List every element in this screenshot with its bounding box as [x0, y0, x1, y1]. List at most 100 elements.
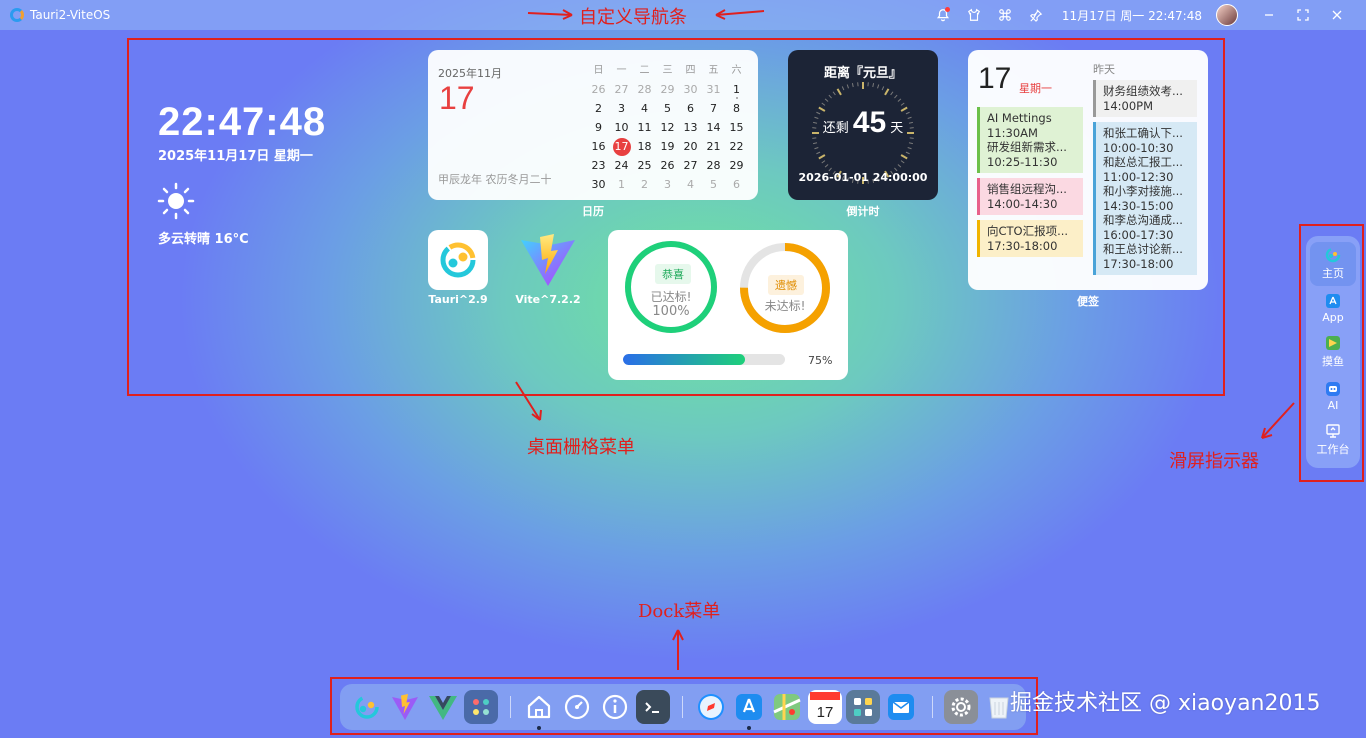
note-item[interactable]: AI Mettings 11:30AM 研发组新需求... 10:25-11:3… — [977, 107, 1083, 173]
calendar-day-cell[interactable]: 4 — [679, 175, 702, 194]
fullscreen-icon[interactable] — [1286, 0, 1320, 30]
calendar-day-cell[interactable]: 2 — [633, 175, 656, 194]
calendar-widget[interactable]: 2025年11月 17 甲辰龙年 农历冬月二十 日一二三四五六 26 27 28 29 3… — [428, 50, 758, 200]
calendar-day-cell[interactable]: 9 — [587, 118, 610, 137]
calendar-day-cell[interactable]: 17 — [610, 137, 633, 156]
calendar-day-cell[interactable]: 3 — [610, 99, 633, 118]
calendar-day-cell[interactable]: 25 — [633, 156, 656, 175]
bell-icon[interactable] — [928, 0, 959, 30]
side-nav-home-label: 主页 — [1322, 267, 1344, 280]
progress-widget[interactable]: 恭喜 已达标! 100% 遗憾 未达标! 75% — [608, 230, 848, 380]
calendar-day-cell[interactable]: 1 — [610, 175, 633, 194]
dock-item-settings[interactable] — [944, 690, 978, 724]
calendar-day-cell[interactable]: 5 — [702, 175, 725, 194]
notification-dot — [944, 7, 950, 12]
shirt-icon[interactable] — [959, 0, 990, 30]
ring-missed-badge: 遗憾 — [768, 275, 804, 295]
dock-item-safari[interactable] — [694, 690, 728, 724]
dock-item-launchpad[interactable] — [464, 690, 498, 724]
calendar-day-cell[interactable]: 31 — [702, 80, 725, 99]
countdown-widget[interactable]: 距离『元旦』 还剩 45 天 2026-01-01 24:00:00 — [788, 50, 938, 200]
tauri-app[interactable] — [428, 230, 488, 290]
calendar-day-cell[interactable]: 30 — [679, 80, 702, 99]
calendar-day-cell[interactable]: 19 — [656, 137, 679, 156]
calendar-day-cell[interactable]: 29 — [656, 80, 679, 99]
calendar-day-cell[interactable]: 7 — [702, 99, 725, 118]
sun-icon — [157, 182, 195, 220]
calendar-day-cell[interactable]: 30 — [587, 175, 610, 194]
dock-item-tauri[interactable] — [350, 690, 384, 724]
note-item[interactable]: 和张工确认下... 10:00-10:30 和赵总汇报工... 11:00-12… — [1093, 122, 1197, 275]
vite-app[interactable] — [518, 230, 578, 290]
safari-icon — [698, 694, 724, 720]
command-icon[interactable] — [990, 0, 1021, 30]
calendar-day-cell[interactable]: 18 — [633, 137, 656, 156]
side-nav-fish[interactable]: 摸鱼 — [1310, 330, 1356, 374]
calendar-day-cell[interactable]: 1 — [725, 80, 748, 99]
calendar-day-cell[interactable]: 26 — [587, 80, 610, 99]
calendar-day-cell[interactable]: 26 — [656, 156, 679, 175]
calendar-day-cell[interactable]: 24 — [610, 156, 633, 175]
dock-item-appstore[interactable] — [732, 690, 766, 724]
countdown-suffix: 天 — [890, 121, 904, 136]
calendar-day-cell[interactable]: 5 — [656, 99, 679, 118]
avatar[interactable] — [1216, 4, 1238, 26]
progress-bar-label: 75% — [808, 354, 833, 367]
dock-item-maps[interactable] — [770, 690, 804, 724]
calendar-day-cell[interactable]: 6 — [679, 99, 702, 118]
dial-tick — [907, 147, 912, 150]
calendar-day-cell[interactable]: 4 — [633, 99, 656, 118]
dock-item-terminal[interactable] — [636, 690, 670, 724]
calendar-day-cell[interactable]: 6 — [725, 175, 748, 194]
tauri-app-label: Tauri^2.9 — [428, 293, 488, 306]
calendar-day-cell[interactable]: 27 — [610, 80, 633, 99]
dock-item-calendar[interactable]: 17 — [808, 690, 842, 724]
side-nav-workbench[interactable]: 工作台 — [1310, 418, 1356, 462]
dock-item-dashboard[interactable] — [560, 690, 594, 724]
calendar-day-cell[interactable]: 20 — [679, 137, 702, 156]
calendar-day-cell[interactable]: 28 — [702, 156, 725, 175]
close-icon[interactable] — [1320, 0, 1354, 30]
vite-app-label: Vite^7.2.2 — [515, 293, 581, 306]
calendar-day-cell[interactable]: 3 — [656, 175, 679, 194]
side-nav-ai[interactable]: AI — [1310, 374, 1356, 418]
note-item[interactable]: 财务组绩效考... 14:00PM — [1093, 80, 1197, 117]
countdown-target-date: 2026-01-01 24:00:00 — [798, 171, 928, 184]
mail-icon — [888, 694, 914, 720]
calendar-day-cell[interactable]: 14 — [702, 118, 725, 137]
calendar-day-cell[interactable]: 21 — [702, 137, 725, 156]
maps-icon — [773, 694, 801, 720]
calendar-day-cell[interactable]: 13 — [679, 118, 702, 137]
note-item[interactable]: 销售组远程沟... 14:00-14:30 — [977, 178, 1083, 215]
ai-robot-icon — [1326, 381, 1340, 396]
dock-item-mail[interactable] — [884, 690, 918, 724]
pin-icon[interactable] — [1021, 0, 1052, 30]
terminal-icon — [645, 702, 659, 713]
note-item[interactable]: 向CTO汇报项... 17:30-18:00 — [977, 220, 1083, 257]
minimize-icon[interactable] — [1252, 0, 1286, 30]
watermark: 掘金技术社区 @ xiaoyan2015 — [1010, 691, 1321, 716]
dock-item-vite[interactable] — [388, 690, 422, 724]
calendar-day-cell[interactable]: 2 — [587, 99, 610, 118]
side-nav-ai-label: AI — [1327, 398, 1339, 412]
calendar-day-cell[interactable]: 10 — [610, 118, 633, 137]
calendar-day-cell[interactable]: 28 — [633, 80, 656, 99]
dock-item-info[interactable] — [598, 690, 632, 724]
calendar-day-cell[interactable]: 8 — [725, 99, 748, 118]
calendar-day-cell[interactable]: 12 — [656, 118, 679, 137]
calendar-day-cell[interactable]: 27 — [679, 156, 702, 175]
calendar-day-cell[interactable]: 29 — [725, 156, 748, 175]
side-nav-home[interactable]: 主页 — [1310, 242, 1356, 286]
dock-item-home[interactable] — [522, 690, 556, 724]
notes-widget[interactable]: 17 星期一 昨天 AI Mettings 11:30AM 研发组新需求... … — [968, 50, 1208, 290]
calendar-day-cell[interactable]: 16 — [587, 137, 610, 156]
calendar-day-cell[interactable]: 23 — [587, 156, 610, 175]
desktop-clock-date: 2025年11月17日 星期一 — [158, 149, 313, 164]
calendar-day-cell[interactable]: 11 — [633, 118, 656, 137]
dock-item-widgets[interactable] — [846, 690, 880, 724]
calendar-day-cell[interactable]: 22 — [725, 137, 748, 156]
calendar-day-cell[interactable]: 15 — [725, 118, 748, 137]
notes-yesterday-list: 财务组绩效考... 14:00PM 和张工确认下... 10:00-10:30 和… — [1093, 80, 1197, 275]
dock-item-vue[interactable] — [426, 690, 460, 724]
side-nav-app[interactable]: App — [1310, 286, 1356, 330]
